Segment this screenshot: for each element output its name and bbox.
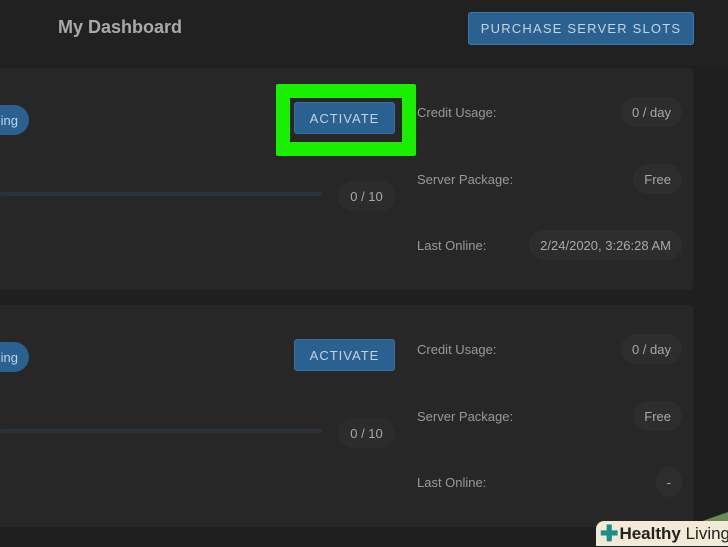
- server-package-label: Server Package:: [417, 172, 514, 187]
- server-card: ing ACTIVATE 0 / 10 Credit Usage: 0 / da…: [0, 68, 693, 290]
- credit-usage-value: 0 / day: [620, 97, 682, 127]
- last-online-value: -: [655, 467, 682, 497]
- server-package-value: Free: [633, 164, 682, 194]
- header: My Dashboard PURCHASE SERVER SLOTS: [0, 0, 728, 66]
- activate-button[interactable]: ACTIVATE: [294, 339, 395, 371]
- credit-usage-value: 0 / day: [620, 334, 682, 364]
- credit-usage-label: Credit Usage:: [417, 105, 497, 120]
- purchase-server-slots-button[interactable]: PURCHASE SERVER SLOTS: [468, 12, 694, 45]
- credit-usage-label: Credit Usage:: [417, 342, 497, 357]
- player-progress-bar: [0, 429, 322, 433]
- activate-button[interactable]: ACTIVATE: [294, 102, 395, 134]
- last-online-value: 2/24/2020, 3:26:28 AM: [529, 230, 682, 260]
- status-badge: ing: [0, 342, 29, 372]
- player-count: 0 / 10: [338, 418, 395, 448]
- server-package-label: Server Package:: [417, 409, 514, 424]
- player-count: 0 / 10: [338, 181, 395, 211]
- server-package-value: Free: [633, 401, 682, 431]
- status-badge: ing: [0, 105, 29, 135]
- page-title: My Dashboard: [58, 17, 183, 37]
- plus-icon: ✚: [600, 520, 619, 546]
- player-progress-bar: [0, 192, 322, 196]
- watermark-logo: ✚ Healthy Living: [596, 521, 728, 546]
- last-online-label: Last Online:: [417, 238, 487, 253]
- server-card: ing ACTIVATE 0 / 10 Credit Usage: 0 / da…: [0, 305, 693, 527]
- last-online-label: Last Online:: [417, 475, 487, 490]
- watermark-rest: Living: [680, 523, 728, 543]
- watermark-bold: Healthy: [619, 523, 681, 543]
